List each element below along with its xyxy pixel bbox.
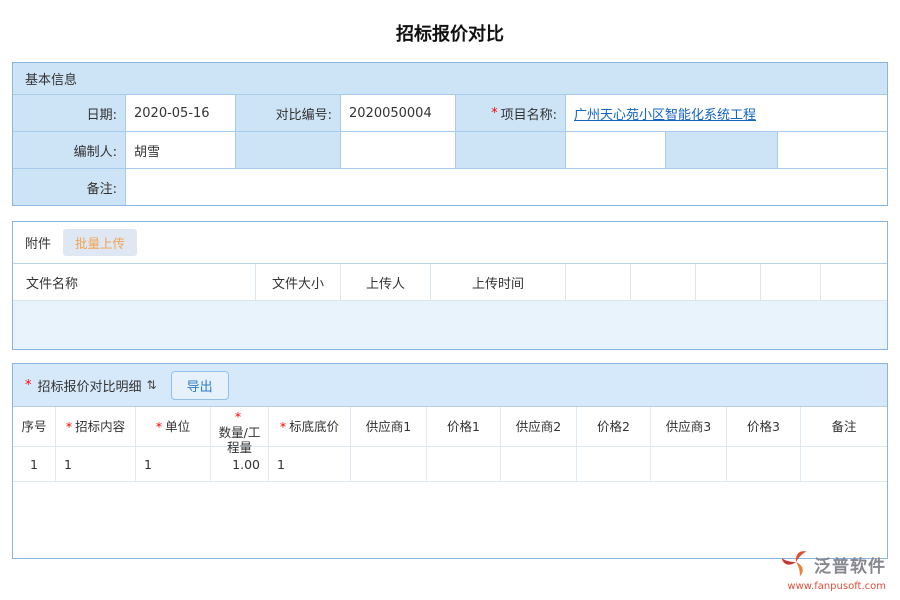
uploader-column-header: 上传人 — [341, 264, 431, 300]
base-price-cell[interactable]: 1 — [269, 447, 351, 481]
supplier3-column-header-text: 供应商3 — [666, 419, 711, 435]
price1-cell[interactable] — [427, 447, 501, 481]
remark-value — [126, 169, 887, 205]
required-asterisk: * — [280, 419, 286, 435]
price1-column-header-text: 价格1 — [447, 419, 480, 435]
project-name-label-text: 项目名称: — [501, 104, 557, 123]
price2-column-header-text: 价格2 — [597, 419, 630, 435]
seq-column-header: 序号 — [13, 407, 56, 446]
seq-column-header-text: 序号 — [21, 419, 46, 435]
base-price-column-header: * 标底底价 — [269, 407, 351, 446]
basic-info-section: 基本信息 日期: 2020-05-16 对比编号: 2020050004 * 项… — [12, 62, 888, 206]
sort-icon[interactable]: ⇅ — [147, 378, 157, 392]
upload-time-column-header: 上传时间 — [431, 264, 566, 300]
attachments-empty-area — [13, 300, 887, 349]
empty-value-cell — [341, 132, 456, 168]
basic-info-row-1: 日期: 2020-05-16 对比编号: 2020050004 * 项目名称: … — [13, 94, 887, 131]
detail-section-title: * 招标报价对比明细 ⇅ — [25, 376, 157, 395]
supplier1-cell[interactable] — [351, 447, 427, 481]
vendor-website: www.fanpusoft.com — [782, 581, 886, 592]
required-asterisk: * — [235, 409, 241, 425]
detail-bar: * 招标报价对比明细 ⇅ 导出 — [13, 364, 887, 406]
detail-table-header: 序号 * 招标内容 * 单位 * 数量/工程量 * 标底底价 供应商1 价格1 … — [13, 406, 887, 446]
attachments-bar: 附件 批量上传 — [13, 222, 887, 263]
table-row: 1 1 1 1.00 1 — [13, 446, 887, 482]
empty-column-header — [696, 264, 761, 300]
batch-upload-button[interactable]: 批量上传 — [63, 229, 137, 256]
empty-column-header — [821, 264, 887, 300]
remark-cell[interactable] — [801, 447, 887, 481]
empty-label-cell — [456, 132, 566, 168]
supplier2-cell[interactable] — [501, 447, 577, 481]
unit-cell[interactable]: 1 — [136, 447, 211, 481]
price2-column-header: 价格2 — [577, 407, 651, 446]
required-asterisk: * — [66, 419, 72, 435]
supplier3-column-header: 供应商3 — [651, 407, 727, 446]
required-asterisk: * — [491, 106, 498, 121]
basic-info-row-3: 备注: — [13, 168, 887, 205]
detail-section: * 招标报价对比明细 ⇅ 导出 序号 * 招标内容 * 单位 * 数量/工程量 … — [12, 363, 888, 559]
unit-column-header: * 单位 — [136, 407, 211, 446]
pinwheel-logo-icon — [782, 548, 810, 580]
compare-no-label: 对比编号: — [236, 95, 341, 131]
required-asterisk: * — [156, 419, 162, 435]
page-title: 招标报价对比 — [0, 0, 900, 62]
empty-value-cell — [778, 132, 887, 168]
date-value: 2020-05-16 — [126, 95, 236, 131]
project-name-label: * 项目名称: — [456, 95, 566, 131]
supplier3-cell[interactable] — [651, 447, 727, 481]
detail-section-title-text: 招标报价对比明细 — [38, 376, 142, 395]
supplier1-column-header: 供应商1 — [351, 407, 427, 446]
basic-info-section-title: 基本信息 — [13, 63, 887, 94]
required-asterisk: * — [25, 378, 32, 393]
supplier2-column-header-text: 供应商2 — [516, 419, 561, 435]
quantity-column-header: * 数量/工程量 — [211, 407, 269, 446]
bid-content-column-header: * 招标内容 — [56, 407, 136, 446]
base-price-column-header-text: 标底底价 — [289, 419, 339, 435]
price3-column-header: 价格3 — [727, 407, 801, 446]
bid-content-cell[interactable]: 1 — [56, 447, 136, 481]
remark-label: 备注: — [13, 169, 126, 205]
empty-label-cell — [236, 132, 341, 168]
creator-value: 胡雪 — [126, 132, 236, 168]
export-button[interactable]: 导出 — [171, 371, 229, 400]
price1-column-header: 价格1 — [427, 407, 501, 446]
attachments-table-header: 文件名称 文件大小 上传人 上传时间 — [13, 263, 887, 300]
basic-info-row-2: 编制人: 胡雪 — [13, 131, 887, 168]
vendor-name: 泛普软件 — [814, 552, 886, 577]
attachments-section-title: 附件 — [25, 233, 51, 252]
detail-empty-area — [13, 482, 887, 558]
vendor-logo: 泛普软件 www.fanpusoft.com — [782, 548, 886, 592]
date-label: 日期: — [13, 95, 126, 131]
supplier1-column-header-text: 供应商1 — [366, 419, 411, 435]
compare-no-value: 2020050004 — [341, 95, 456, 131]
quantity-cell[interactable]: 1.00 — [211, 447, 269, 481]
unit-column-header-text: 单位 — [165, 419, 190, 435]
remark-column-header: 备注 — [801, 407, 887, 446]
price3-column-header-text: 价格3 — [747, 419, 780, 435]
empty-label-cell — [666, 132, 778, 168]
file-name-column-header: 文件名称 — [13, 264, 256, 300]
price2-cell[interactable] — [577, 447, 651, 481]
price3-cell[interactable] — [727, 447, 801, 481]
remark-column-header-text: 备注 — [831, 419, 856, 435]
empty-column-header — [761, 264, 821, 300]
supplier2-column-header: 供应商2 — [501, 407, 577, 446]
project-name-link[interactable]: 广州天心苑小区智能化系统工程 — [574, 104, 756, 123]
bid-content-column-header-text: 招标内容 — [75, 419, 125, 435]
file-size-column-header: 文件大小 — [256, 264, 341, 300]
empty-column-header — [566, 264, 631, 300]
empty-value-cell — [566, 132, 666, 168]
creator-label: 编制人: — [13, 132, 126, 168]
project-name-cell: 广州天心苑小区智能化系统工程 — [566, 95, 887, 131]
attachments-section: 附件 批量上传 文件名称 文件大小 上传人 上传时间 — [12, 221, 888, 350]
empty-column-header — [631, 264, 696, 300]
seq-cell: 1 — [13, 447, 56, 481]
